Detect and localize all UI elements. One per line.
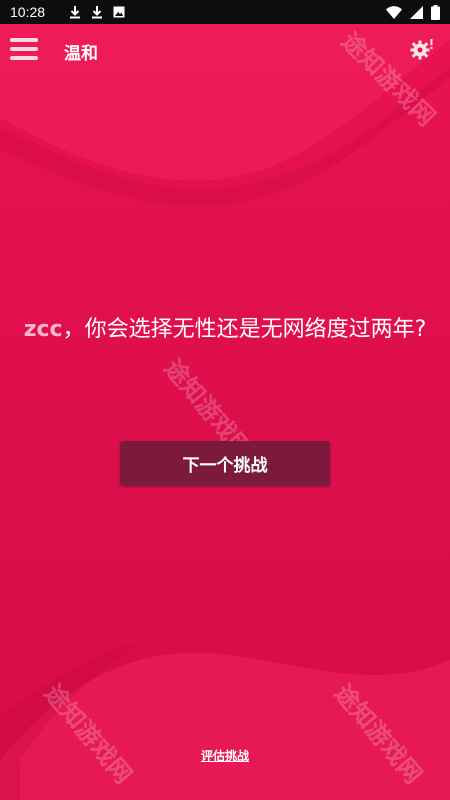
download-icon (69, 5, 81, 19)
app-screen: 途知游戏网 途知游戏网 途知游戏网 途知游戏网 10:28 温和 zcc，你会选… (0, 0, 450, 800)
gear-alert-icon (410, 38, 434, 64)
player-name: zcc (23, 317, 63, 342)
settings-button[interactable] (402, 31, 442, 71)
wifi-icon (386, 5, 402, 19)
app-bar: 温和 (0, 24, 450, 78)
background-waves (0, 0, 450, 800)
download-icon (91, 5, 103, 19)
signal-icon (410, 5, 423, 19)
question-text: ，你会选择无性还是无网络度过两年? (62, 317, 427, 342)
menu-button[interactable] (0, 27, 48, 75)
next-challenge-button[interactable]: 下一个挑战 (120, 441, 330, 486)
rate-challenge-link[interactable]: 评估挑战 (201, 749, 249, 763)
challenge-question: zcc，你会选择无性还是无网络度过两年? (18, 312, 432, 348)
status-bar: 10:28 (0, 0, 450, 24)
status-left: 10:28 (10, 4, 125, 20)
status-right (386, 4, 440, 20)
rate-challenge-container: 评估挑战 (0, 747, 450, 764)
app-title: 温和 (64, 43, 98, 64)
status-time: 10:28 (10, 4, 46, 20)
battery-icon (431, 4, 440, 20)
image-notification-icon (113, 6, 125, 18)
hamburger-menu-icon (10, 38, 38, 64)
